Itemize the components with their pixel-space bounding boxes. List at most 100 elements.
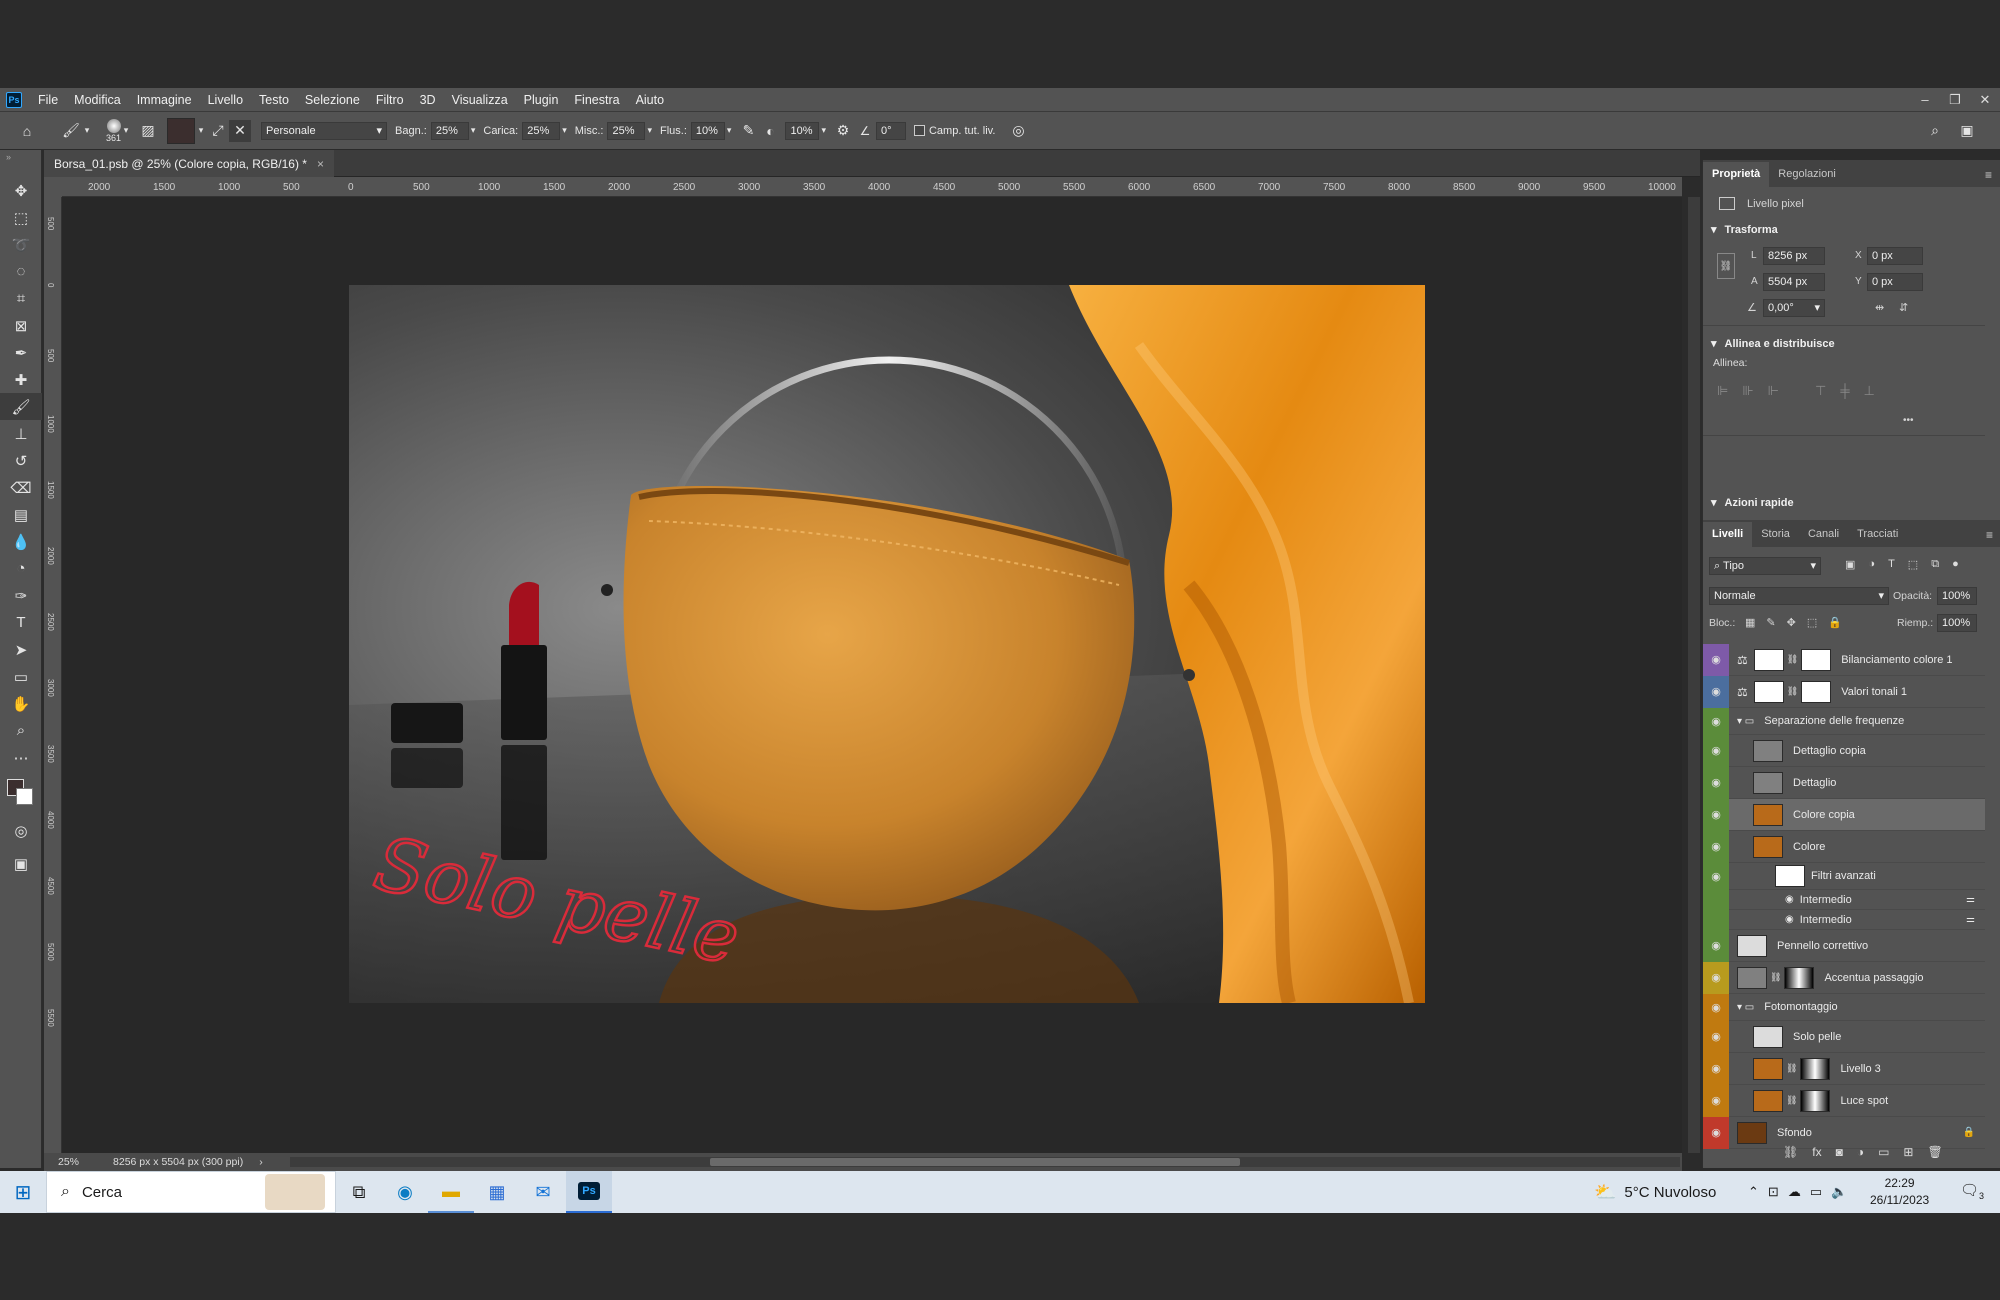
layer-mask-thumbnail[interactable] (1801, 648, 1832, 671)
layer-row[interactable]: ◉ Colore copia (1703, 798, 1985, 831)
trash-icon[interactable]: 🗑 (1927, 1145, 1942, 1159)
filter-visibility-icon[interactable]: ◉ (1785, 894, 1794, 905)
layer-thumbnail[interactable] (1737, 966, 1767, 989)
chevron-down-icon[interactable]: ▾ (121, 120, 131, 142)
collapse-icon[interactable]: » (0, 150, 41, 177)
align-right-icon[interactable]: ⊩ (1768, 383, 1779, 399)
layer-thumbnail[interactable] (1753, 1025, 1783, 1048)
menu-item-testo[interactable]: Testo (251, 93, 297, 107)
layer-row[interactable]: ◉ ⚖ ⛓ Valori tonali 1 (1703, 675, 1985, 708)
quick-mask-icon[interactable]: ◎ (0, 817, 42, 844)
clock[interactable]: 22:29 26/11/2023 (1870, 1175, 1929, 1209)
visibility-eye-icon[interactable]: ◉ (1703, 1116, 1729, 1149)
layer-thumbnail[interactable] (1753, 771, 1783, 794)
panel-menu-icon[interactable]: ≡ (1985, 168, 1992, 182)
tab-paths[interactable]: Tracciati (1848, 522, 1907, 547)
align-center-h-icon[interactable]: ⊪ (1742, 383, 1753, 399)
filter-toggle-icon[interactable]: ● (1952, 558, 1959, 571)
type-tool-icon[interactable]: T (0, 609, 42, 636)
layer-row[interactable]: ◉ Intermedio ⚌ (1703, 909, 1985, 930)
filter-type-icon[interactable]: T (1888, 558, 1895, 571)
clone-stamp-icon[interactable]: ⊥ (0, 420, 42, 447)
layer-thumbnail[interactable] (1753, 803, 1783, 826)
blend-mode-select[interactable]: Normale ▾ (1709, 587, 1889, 605)
folder-icon[interactable]: ▾ ▭ (1737, 1002, 1754, 1013)
screen-mode-icon[interactable]: ▣ (0, 850, 42, 877)
chevron-down-icon[interactable]: ▾ (471, 125, 476, 136)
zoom-tool-icon[interactable]: ⌕ (0, 717, 42, 744)
task-view-icon[interactable]: ⧉ (336, 1171, 382, 1213)
align-top-icon[interactable]: ⊤ (1815, 383, 1826, 399)
layer-mask-thumbnail[interactable] (1784, 966, 1815, 989)
angle-field[interactable]: 0,00° ▾ (1763, 299, 1825, 317)
visibility-eye-icon[interactable]: ◉ (1703, 929, 1729, 962)
mask-link-icon[interactable]: ⛓ (1786, 1095, 1797, 1106)
menu-item-aiuto[interactable]: Aiuto (628, 93, 673, 107)
filter-smart-icon[interactable]: ⧉ (1931, 558, 1939, 571)
tab-history[interactable]: Storia (1752, 522, 1799, 547)
chevron-down-icon[interactable]: ▾ (727, 125, 732, 136)
align-middle-icon[interactable]: ╪ (1840, 383, 1849, 399)
mixer-brush-tool-icon[interactable]: 🖌 (0, 393, 42, 420)
mail-icon[interactable]: ✉ (520, 1171, 566, 1213)
filter-pixel-icon[interactable]: ▣ (1845, 558, 1855, 571)
menu-item-livello[interactable]: Livello (200, 93, 251, 107)
layer-row[interactable]: ◉ ▾ ▭ Fotomontaggio (1703, 993, 1985, 1021)
layer-thumbnail[interactable] (1753, 1057, 1783, 1080)
layer-row[interactable]: ◉ Dettaglio copia (1703, 734, 1985, 767)
brush-settings-icon[interactable]: ▨ (137, 120, 159, 142)
link-icon[interactable]: ⛓ (1717, 253, 1735, 279)
chevron-down-icon[interactable]: ▾ (195, 120, 207, 142)
visibility-eye-icon[interactable]: ◉ (1703, 1084, 1729, 1117)
device-icon[interactable]: ⊡ (1768, 1184, 1779, 1200)
new-layer-icon[interactable]: ⊞ (1903, 1145, 1913, 1159)
mask-link-icon[interactable]: ⛓ (1787, 686, 1798, 697)
width-input[interactable]: 8256 px (1763, 247, 1825, 265)
gear-icon[interactable]: ⚙ (832, 120, 854, 142)
store-icon[interactable]: ▦ (474, 1171, 520, 1213)
frame-tool-icon[interactable]: ⊠ (0, 312, 42, 339)
visibility-eye-icon[interactable]: ◉ (1703, 766, 1729, 799)
flow-input[interactable]: 10% (690, 121, 725, 140)
tab-adjustments[interactable]: Regolazioni (1769, 162, 1844, 187)
document-tab[interactable]: Borsa_01.psb @ 25% (Colore copia, RGB/16… (44, 150, 334, 177)
visibility-eye-icon[interactable]: ◉ (1703, 643, 1729, 676)
new-group-icon[interactable]: ▭ (1878, 1145, 1889, 1159)
height-input[interactable]: 5504 px (1763, 273, 1825, 291)
visibility-eye-icon[interactable]: ◉ (1703, 961, 1729, 994)
visibility-eye-icon[interactable]: ◉ (1703, 1052, 1729, 1085)
hand-tool-icon[interactable]: ✋ (0, 690, 42, 717)
filter-options-icon[interactable]: ⚌ (1966, 914, 1975, 925)
visibility-eye-icon[interactable]: ◉ (1703, 993, 1729, 1021)
file-explorer-icon[interactable]: ▬ (428, 1171, 474, 1213)
menu-item-plugin[interactable]: Plugin (516, 93, 567, 107)
chevron-down-icon[interactable]: ▾ (821, 125, 826, 136)
minimize-button[interactable]: – (1910, 88, 1940, 111)
visibility-eye-icon[interactable]: ◉ (1703, 734, 1729, 767)
y-input[interactable]: 0 px (1867, 273, 1923, 291)
status-menu-icon[interactable]: › (259, 1156, 263, 1168)
lock-artboard-icon[interactable]: ⬚ (1807, 616, 1817, 629)
menu-item-immagine[interactable]: Immagine (129, 93, 200, 107)
clean-brush-icon[interactable]: ✕ (229, 119, 252, 142)
lock-position-icon[interactable]: ✥ (1787, 616, 1796, 629)
edge-icon[interactable]: ◉ (382, 1171, 428, 1213)
pressure-icon[interactable]: ◎ (1007, 120, 1029, 142)
menu-item-finestra[interactable]: Finestra (566, 93, 627, 107)
transform-header[interactable]: ▾ Trasforma (1711, 223, 1778, 237)
eyedropper-icon[interactable]: ✒ (0, 339, 42, 366)
zoom-level[interactable]: 25% (58, 1156, 79, 1168)
filter-adjustment-icon[interactable]: ◑ (1868, 558, 1875, 571)
visibility-eye-icon[interactable]: ◉ (1703, 675, 1729, 708)
layer-thumbnail[interactable] (1737, 934, 1767, 957)
angle-input[interactable]: 0° (875, 121, 906, 140)
panel-menu-icon[interactable]: ≡ (1986, 528, 1993, 542)
background-color[interactable] (16, 788, 33, 805)
visibility-eye-icon[interactable]: ◉ (1703, 707, 1729, 735)
menu-item-3d[interactable]: 3D (412, 93, 444, 107)
menu-item-visualizza[interactable]: Visualizza (444, 93, 516, 107)
airbrush-icon[interactable]: ✎ (737, 120, 759, 142)
mask-link-icon[interactable]: ⛓ (1770, 972, 1781, 983)
taskbar-search[interactable]: ⌕ Cerca (46, 1171, 336, 1213)
folder-icon[interactable]: ▾ ▭ (1737, 716, 1754, 727)
